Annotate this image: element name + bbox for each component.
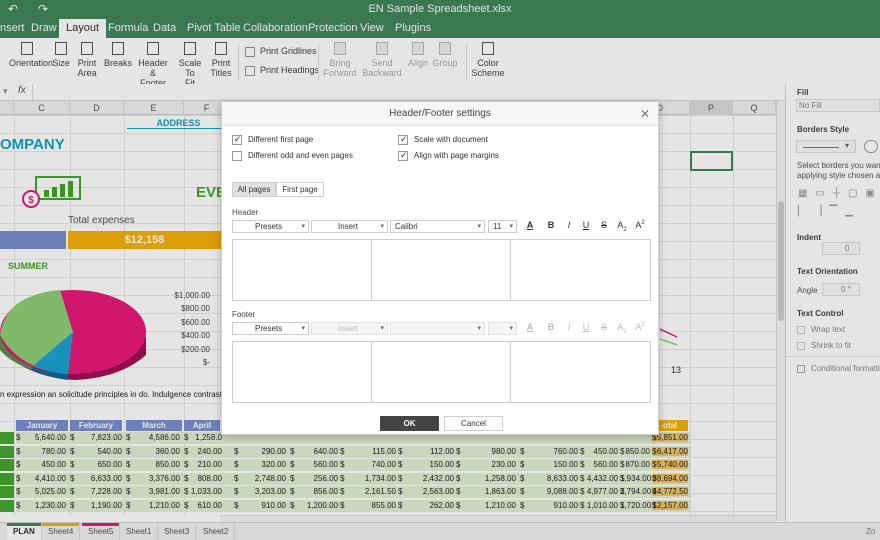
chevron-down-icon: ▾ (509, 223, 513, 230)
bold-button[interactable]: B (545, 220, 557, 230)
footer-font-color-button[interactable]: A (524, 322, 536, 332)
footer-insert-select[interactable]: Insert ▾ (311, 322, 388, 335)
strikethrough-button[interactable]: S (598, 220, 610, 230)
underline-button[interactable]: U (580, 220, 592, 230)
header-left-section[interactable] (233, 240, 372, 300)
header-edit-area[interactable] (232, 239, 651, 301)
header-center-section[interactable] (372, 240, 511, 300)
checkbox-box (398, 134, 408, 145)
header-section-label: Header (232, 208, 259, 217)
footer-superscript-button[interactable]: A2 (634, 322, 646, 332)
footer-edit-area[interactable] (232, 341, 651, 403)
ok-button[interactable]: OK (380, 416, 439, 431)
chevron-down-icon: ▾ (380, 223, 384, 230)
checkbox-box (398, 150, 408, 161)
footer-center-section[interactable] (372, 342, 511, 402)
tab-all-pages[interactable]: All pages (232, 182, 276, 197)
footer-italic-button[interactable]: I (563, 322, 575, 332)
font-color-button[interactable]: A (524, 220, 536, 230)
chevron-down-icon: ▾ (477, 223, 481, 230)
footer-left-section[interactable] (233, 342, 372, 402)
header-footer-dialog: Header/Footer settings ✕ Different first… (221, 101, 659, 435)
header-presets-select[interactable]: Presets ▾ (232, 220, 309, 233)
footer-font-size-select[interactable]: ▾ (488, 322, 517, 335)
tab-first-page[interactable]: First page (276, 182, 324, 197)
chevron-down-icon: ▾ (301, 325, 305, 332)
subscript-button[interactable]: A2 (616, 220, 628, 233)
footer-underline-button[interactable]: U (580, 322, 592, 332)
footer-section-label: Footer (232, 310, 256, 319)
superscript-button[interactable]: A2 (634, 220, 646, 230)
footer-font-select[interactable]: ▾ (390, 322, 485, 335)
header-font-size-select[interactable]: 11 ▾ (488, 220, 517, 233)
chevron-down-icon: ▾ (477, 325, 481, 332)
checkbox-box (232, 134, 242, 145)
cancel-button[interactable]: Cancel (444, 416, 503, 431)
footer-presets-select[interactable]: Presets ▾ (232, 322, 309, 335)
chevron-down-icon: ▾ (301, 223, 305, 230)
chevron-down-icon: ▾ (380, 325, 384, 332)
dialog-title: Header/Footer settings (222, 102, 658, 126)
close-icon[interactable]: ✕ (640, 107, 650, 121)
header-insert-select[interactable]: Insert ▾ (311, 220, 388, 233)
footer-bold-button[interactable]: B (545, 322, 557, 332)
header-font-select[interactable]: Calibri ▾ (390, 220, 485, 233)
italic-button[interactable]: I (563, 220, 575, 230)
footer-subscript-button[interactable]: A2 (616, 322, 628, 335)
footer-strikethrough-button[interactable]: S (598, 322, 610, 332)
chevron-down-icon: ▾ (509, 325, 513, 332)
checkbox-box (232, 151, 242, 161)
